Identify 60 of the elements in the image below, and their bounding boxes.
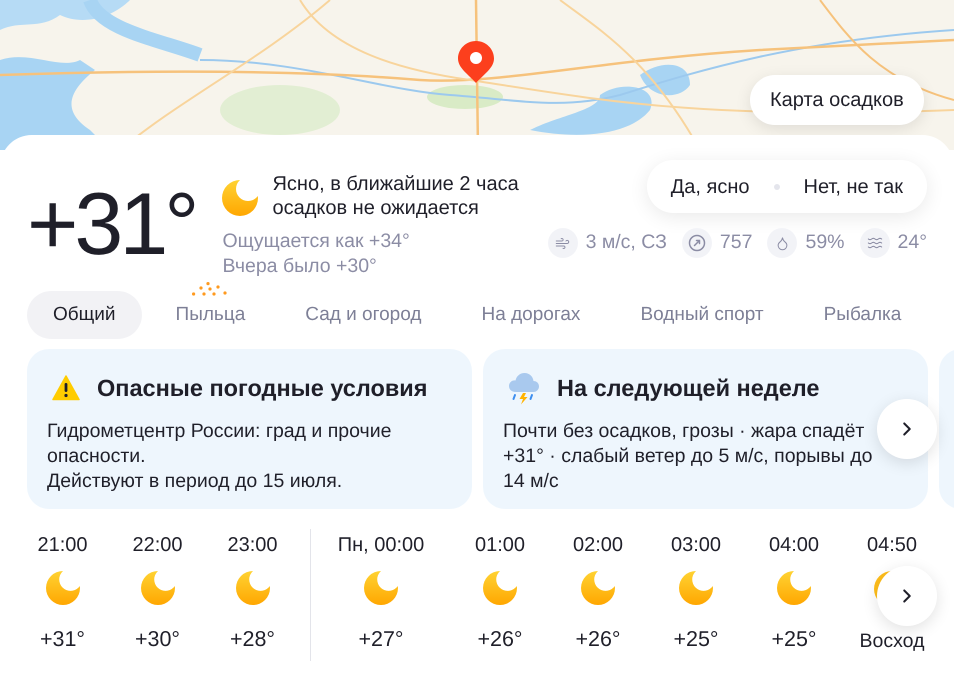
moon-icon xyxy=(46,571,80,605)
map-pin-icon xyxy=(458,41,494,83)
hour-temperature: +30° xyxy=(134,626,180,653)
hour-time: 04:50 xyxy=(866,533,918,557)
tab[interactable]: Сад и огород xyxy=(279,291,448,339)
info-card[interactable]: На следующей неделе Почти без осадков, грозы · жара спадёт +31° · слабый ветер до 5 м/с, порывы до 14 м/с xyxy=(483,349,928,509)
hour-temperature: +25° xyxy=(673,626,719,653)
feels-like-text: Ощущается как +34° xyxy=(222,229,411,254)
card-text: 14 м/с xyxy=(503,469,560,494)
hour-time: 22:00 xyxy=(132,533,183,557)
moon-icon xyxy=(364,571,398,605)
detail-value: 24° xyxy=(898,230,927,256)
hour-temperature: +27° xyxy=(358,626,404,653)
current-temperature: +31° xyxy=(27,174,196,275)
hour-temperature: +28° xyxy=(230,626,276,653)
card-text: Действуют в период до 15 июля. xyxy=(47,469,344,494)
feedback-button[interactable]: Да, ясно xyxy=(670,172,750,202)
moon-icon xyxy=(236,571,270,605)
tab[interactable]: На дорогах xyxy=(456,291,606,339)
card-text: Почти без осадков, грозы · жара спадёт xyxy=(503,419,866,444)
condition-text: Ясно, в ближайшие 2 часа осадков не ожидается xyxy=(272,172,520,220)
tab[interactable]: Пыльца xyxy=(150,291,272,339)
sunrise-label: Восход xyxy=(860,629,924,654)
detail-value: 3 м/с, СЗ xyxy=(586,230,667,256)
hour-time: 23:00 xyxy=(227,533,278,557)
hour-temperature: +25° xyxy=(771,626,817,653)
moon-icon xyxy=(777,571,811,605)
card-text: +31° · слабый ветер до 5 м/с, порывы до xyxy=(503,444,874,469)
hour-temperature: +26° xyxy=(477,626,523,653)
hour-time: Пн, 00:00 xyxy=(338,533,424,557)
card-title: На следующей неделе xyxy=(557,374,820,403)
detail-value: 59% xyxy=(805,230,844,256)
feedback-button[interactable]: Нет, не так xyxy=(804,172,903,202)
hour-time: 21:00 xyxy=(37,533,88,557)
hour-time: 01:00 xyxy=(474,533,526,557)
card-title: Опасные погодные условия xyxy=(97,374,428,403)
hour-time: 04:00 xyxy=(768,533,820,557)
moon-icon xyxy=(679,571,713,605)
precipitation-map-button[interactable]: Карта осадков xyxy=(750,75,924,125)
gauge-icon xyxy=(682,228,712,258)
storm-cloud-icon xyxy=(508,371,540,405)
waves-icon xyxy=(860,228,890,258)
info-card[interactable]: Опасные погодные условия Гидрометцентр России: град и прочие опасности. Действуют в период до 15 июля. xyxy=(27,349,472,509)
detail-value: 757 xyxy=(720,230,752,256)
moon-icon xyxy=(140,571,174,605)
hour-time: 02:00 xyxy=(572,533,624,557)
tab[interactable]: Общий xyxy=(27,291,142,339)
warning-icon xyxy=(52,375,80,401)
yesterday-text: Вчера было +30° xyxy=(222,254,378,279)
moon-icon xyxy=(483,571,517,605)
tab[interactable]: Водный спорт xyxy=(614,291,790,339)
hour-time: 03:00 xyxy=(670,533,722,557)
wind-icon xyxy=(548,228,578,258)
drop-icon xyxy=(767,228,798,258)
hour-temperature: +31° xyxy=(40,626,86,653)
card-text: Гидрометцентр России: град и прочие опасности. xyxy=(47,419,392,469)
hour-temperature: +26° xyxy=(575,626,621,653)
moon-icon xyxy=(222,180,258,216)
tab[interactable]: Рыбалка xyxy=(798,291,928,339)
moon-icon xyxy=(581,571,615,605)
